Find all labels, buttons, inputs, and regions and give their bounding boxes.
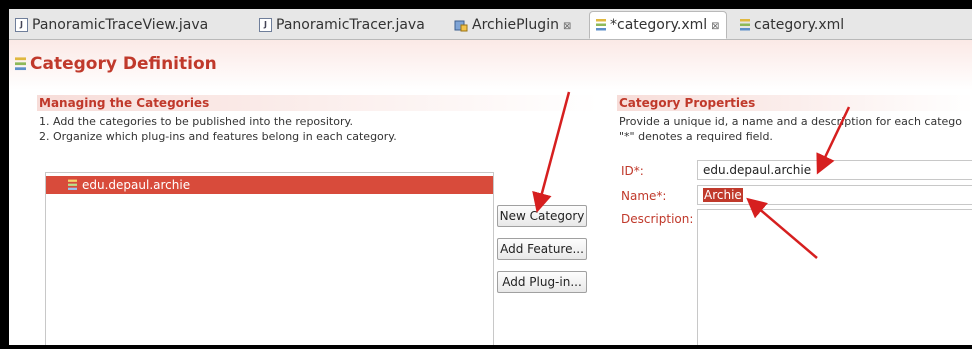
tab-category-xml-dirty[interactable]: *category.xml ⊠ xyxy=(589,11,727,39)
managing-instruction-1: 1. Add the categories to be published in… xyxy=(39,115,353,128)
close-icon[interactable]: ⊠ xyxy=(563,21,571,32)
category-tree[interactable]: edu.depaul.archie xyxy=(45,172,494,345)
id-label: ID*: xyxy=(621,164,644,178)
properties-section-heading: Category Properties xyxy=(617,95,972,111)
editor-window: J PanoramicTraceView.java J PanoramicTrace… xyxy=(9,9,972,345)
tab-panoramic-trace-view[interactable]: J PanoramicTraceView.java xyxy=(15,13,208,37)
description-field[interactable] xyxy=(697,209,972,345)
category-icon xyxy=(68,179,77,190)
id-field[interactable]: edu.depaul.archie xyxy=(697,160,972,180)
plugin-icon xyxy=(454,20,468,31)
managing-instruction-2: 2. Organize which plug-ins and features … xyxy=(39,130,397,143)
tree-item[interactable]: edu.depaul.archie xyxy=(46,176,493,194)
java-file-icon: J xyxy=(15,18,28,32)
name-field-value: Archie xyxy=(703,188,743,202)
add-feature-button[interactable]: Add Feature... xyxy=(497,238,587,260)
form-header: Category Definition xyxy=(9,40,972,90)
new-category-button[interactable]: New Category xyxy=(497,205,587,227)
tab-category-xml[interactable]: category.xml xyxy=(740,13,844,37)
name-label: Name*: xyxy=(621,189,667,203)
close-icon[interactable]: ⊠ xyxy=(711,21,719,32)
add-plugin-button[interactable]: Add Plug-in... xyxy=(497,271,587,293)
page-title: Category Definition xyxy=(15,54,217,74)
xml-category-icon xyxy=(740,19,750,31)
name-field[interactable]: Archie xyxy=(697,185,972,205)
category-icon xyxy=(15,57,26,71)
description-label: Description: xyxy=(621,212,694,226)
editor-tab-bar: J PanoramicTraceView.java J PanoramicTrace… xyxy=(9,9,972,40)
tab-panoramic-tracer[interactable]: J PanoramicTracer.java xyxy=(259,13,425,37)
java-file-icon: J xyxy=(259,18,272,32)
properties-instruction-2: "*" denotes a required field. xyxy=(619,130,773,143)
tab-archie-plugin[interactable]: ArchiePlugin ⊠ xyxy=(454,13,571,37)
managing-section-heading: Managing the Categories xyxy=(37,95,599,111)
xml-category-icon xyxy=(596,19,606,31)
tree-item-label: edu.depaul.archie xyxy=(82,178,191,192)
properties-instruction-1: Provide a unique id, a name and a descri… xyxy=(619,115,962,128)
